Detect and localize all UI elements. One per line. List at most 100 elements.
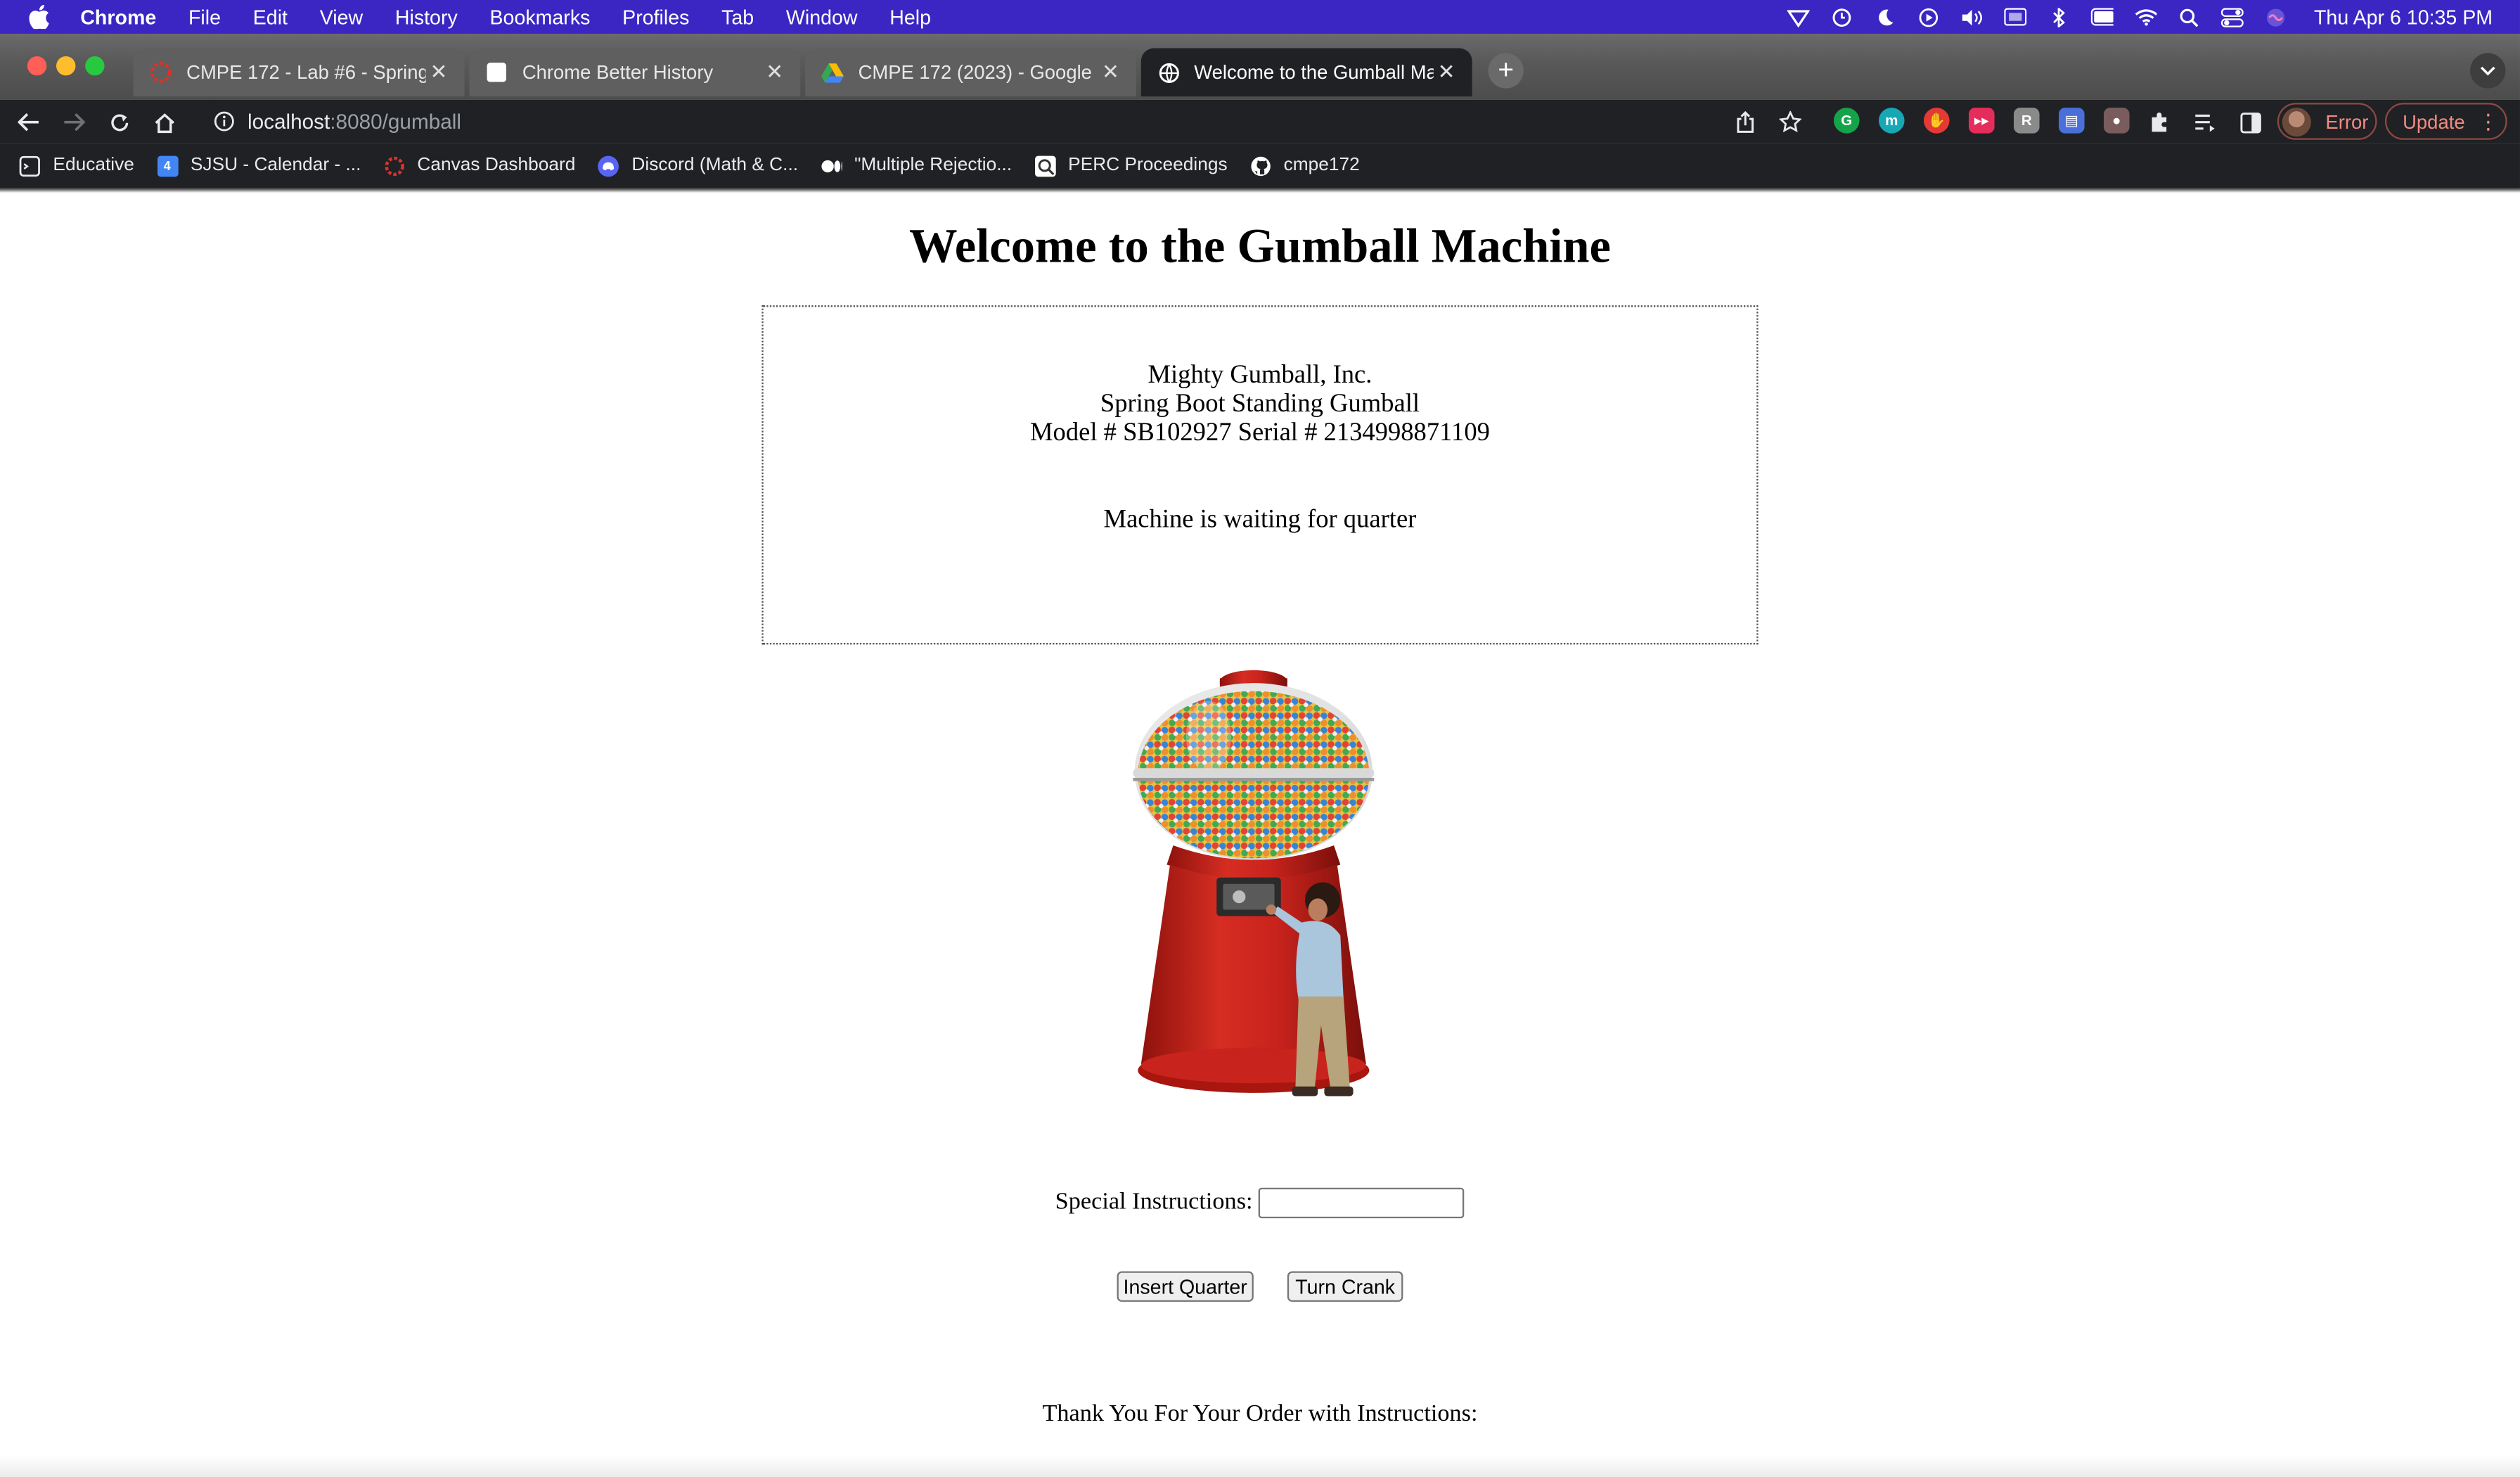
bookmark-label: Discord (Math & C... [631,155,799,176]
gumball-machine-image [1133,670,1375,1096]
insert-quarter-button[interactable]: Insert Quarter [1117,1271,1254,1302]
extension-doc-icon[interactable]: ▤ [2058,108,2085,134]
page-content: Welcome to the Gumball Machine Mighty Gu… [0,193,2520,1477]
reload-icon [110,113,128,131]
tab-title: CMPE 172 - Lab #6 - Spring Da [186,60,426,84]
share-icon [1737,110,1754,133]
battery-icon[interactable] [2090,7,2114,26]
minimize-window-button[interactable] [56,56,76,76]
volume-icon[interactable] [1960,7,1983,26]
menu-bookmarks[interactable]: Bookmarks [489,6,590,28]
star-icon [1779,110,1802,133]
extension-muted-icon[interactable]: ● [2103,108,2130,134]
macos-menu-bar: Chrome File Edit View History Bookmarks … [0,0,2520,34]
menu-help[interactable]: Help [889,6,931,28]
hand-extension-icon[interactable]: ✋ [1923,108,1950,134]
close-window-button[interactable] [27,56,47,76]
machine-state: Machine is waiting for quarter [1103,506,1417,534]
extension-m-icon[interactable]: m [1878,108,1905,134]
calendar-icon: 4 [156,155,178,177]
canvas-icon [383,155,404,177]
menu-bar-status-area: Thu Apr 6 10:35 PM [1787,0,2520,34]
avatar [2282,106,2311,136]
window-controls [27,56,114,76]
tab-search-button[interactable] [2470,53,2506,89]
site-info-icon[interactable] [212,110,235,133]
keyboard-icon[interactable] [2003,7,2026,26]
apple-icon[interactable] [29,4,51,30]
bluetooth-icon[interactable] [2048,7,2070,27]
educative-icon [19,155,40,177]
control-center-icon[interactable] [2220,7,2244,27]
menu-edit[interactable]: Edit [253,6,288,28]
extension-red-icon[interactable]: ▸▸ [1968,108,1995,134]
close-tab-icon[interactable]: ✕ [761,60,788,86]
zoom-window-button[interactable] [85,56,105,76]
profile-error-button[interactable]: Error [2277,103,2377,140]
bookmark-star-button[interactable] [1774,106,1806,139]
globe-icon [1157,61,1180,84]
side-panel-button[interactable] [2234,106,2266,139]
siri-icon[interactable] [2264,7,2287,26]
canvas-icon [150,61,172,84]
forward-button[interactable] [58,106,90,139]
close-tab-icon[interactable]: ✕ [426,60,452,86]
address-bar[interactable]: localhost:8080/gumball [198,101,1821,142]
menu-bar-clock[interactable]: Thu Apr 6 10:35 PM [2314,6,2493,28]
special-instructions-row: Special Instructions: [0,1187,2520,1219]
turn-crank-button[interactable]: Turn Crank [1287,1271,1403,1302]
menu-app-chrome[interactable]: Chrome [80,6,156,28]
tab-cmpe172-lab6[interactable]: CMPE 172 - Lab #6 - Spring Da ✕ [133,48,465,97]
menu-window[interactable]: Window [786,6,858,28]
profile-status-label: Error [2325,110,2369,133]
tab-title: Chrome Better History [522,60,714,84]
extensions-button[interactable] [2144,106,2176,139]
bookmark-discord[interactable]: Discord (Math & C... [598,155,798,177]
bookmarks-bar: Educative 4 SJSU - Calendar - ... Canvas… [0,143,2520,188]
menu-profiles[interactable]: Profiles [622,6,689,28]
update-chrome-button[interactable]: Update ⋮ [2384,103,2507,140]
close-tab-icon[interactable]: ✕ [1434,60,1460,86]
vpn-icon[interactable] [1787,7,1810,27]
special-instructions-input[interactable] [1259,1187,1465,1219]
home-button[interactable] [148,106,180,139]
grammarly-icon[interactable]: G [1833,108,1860,134]
google-drive-icon [821,61,844,84]
update-label: Update [2403,110,2465,133]
wifi-icon[interactable] [2134,7,2156,26]
bookmark-label: SJSU - Calendar - ... [190,155,361,176]
tab-title: CMPE 172 (2023) - Google Dri [858,60,1098,84]
close-tab-icon[interactable]: ✕ [1098,60,1124,86]
menu-file[interactable]: File [188,6,221,28]
new-tab-button[interactable]: + [1488,53,1524,89]
play-icon[interactable] [1917,7,1939,27]
bookmark-cmpe172[interactable]: cmpe172 [1250,155,1360,177]
reading-list-button[interactable] [2189,106,2221,139]
search-icon[interactable] [2178,7,2200,27]
bookmark-label: PERC Proceedings [1068,155,1228,176]
menu-tab[interactable]: Tab [721,6,754,28]
reload-button[interactable] [103,106,135,139]
vpn-clock-icon[interactable] [1830,7,1853,26]
bookmark-educative[interactable]: Educative [19,155,134,177]
moon-icon[interactable] [1874,7,1896,26]
tab-chrome-better-history[interactable]: Chrome Better History ✕ [469,48,801,97]
tab-google-drive[interactable]: CMPE 172 (2023) - Google Dri ✕ [805,48,1136,97]
share-button[interactable] [1729,106,1761,139]
machine-info-box: Mighty Gumball, Inc. Spring Boot Standin… [761,305,1759,645]
side-panel-icon [2239,111,2261,133]
menu-view[interactable]: View [320,6,363,28]
model-serial: Model # SB102927 Serial # 2134998871109 [1030,419,1490,447]
bookmark-multiple-rejection[interactable]: "Multiple Rejectio... [821,155,1012,177]
menu-history[interactable]: History [395,6,458,28]
bookmark-label: Canvas Dashboard [417,155,576,176]
product-name: Spring Boot Standing Gumball [1100,390,1420,418]
bookmark-canvas-dashboard[interactable]: Canvas Dashboard [383,155,575,177]
extension-gray-icon[interactable]: R [2013,108,2040,134]
bookmark-perc-proceedings[interactable]: PERC Proceedings [1034,155,1228,177]
back-button[interactable] [13,106,45,139]
tab-gumball-active[interactable]: Welcome to the Gumball Mach ✕ [1140,48,1472,97]
bookmark-sjsu-calendar[interactable]: 4 SJSU - Calendar - ... [156,155,361,177]
more-menu-icon[interactable]: ⋮ [2478,108,2499,134]
browser-toolbar: localhost:8080/gumball G m ✋ ▸▸ R ▤ ● Er… [0,99,2520,143]
